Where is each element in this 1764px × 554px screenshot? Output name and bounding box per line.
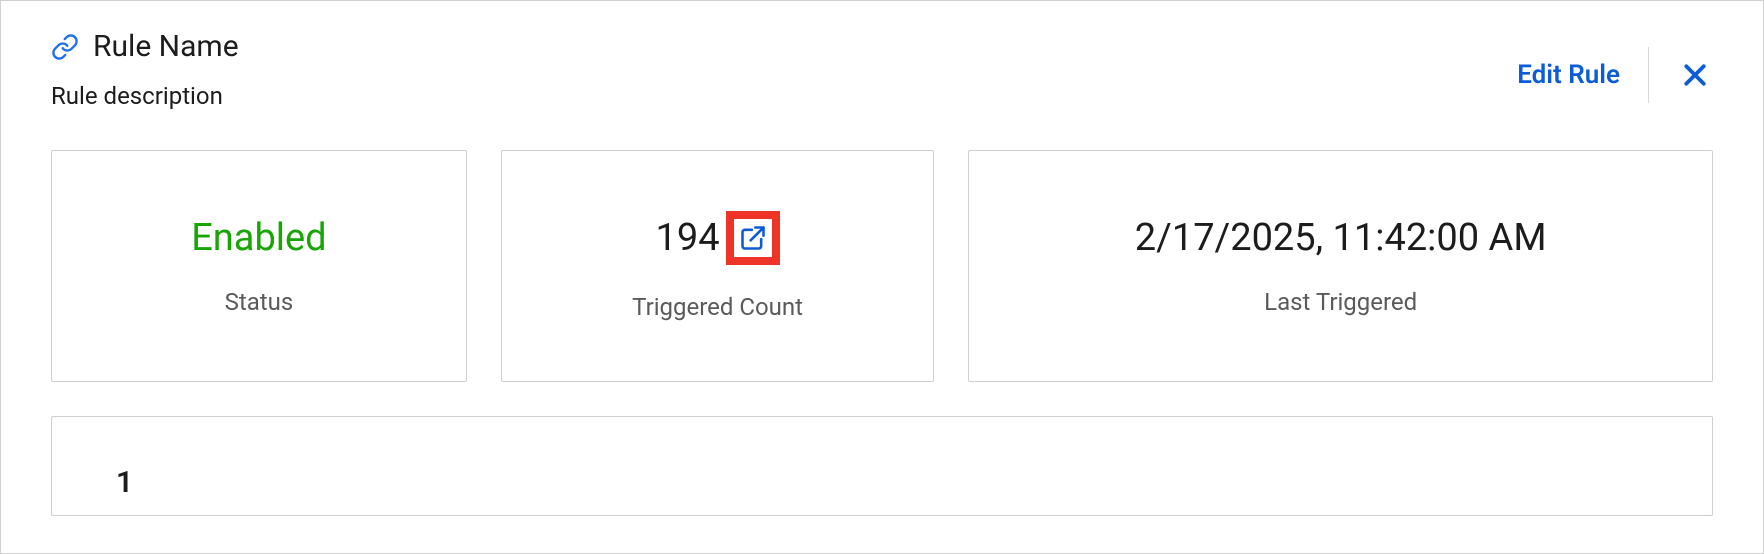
triggered-count-value: 194 [656,216,720,260]
vertical-divider [1648,47,1649,103]
link-icon [51,33,79,61]
header-row: Rule Name Rule description Edit Rule [51,29,1713,110]
close-button[interactable] [1677,57,1713,93]
highlight-annotation [726,211,780,265]
lower-chart-panel: 1 [51,416,1713,516]
last-triggered-card: 2/17/2025, 11:42:00 AM Last Triggered [968,150,1713,382]
title-row: Rule Name [51,29,239,64]
open-external-icon [739,224,767,252]
edit-rule-link[interactable]: Edit Rule [1517,60,1620,90]
status-card: Enabled Status [51,150,467,382]
last-triggered-value: 2/17/2025, 11:42:00 AM [1135,216,1547,260]
triggered-count-card: 194 Triggered Count [501,150,934,382]
header-left: Rule Name Rule description [51,29,239,110]
rule-title: Rule Name [93,29,239,64]
rule-description: Rule description [51,82,239,110]
summary-cards-row: Enabled Status 194 Triggered Count [51,150,1713,382]
open-external-button[interactable] [734,219,772,257]
triggered-count-value-row: 194 [656,211,780,265]
status-value: Enabled [191,216,326,260]
chart-axis-value: 1 [116,465,1712,500]
status-label: Status [225,288,294,316]
close-icon [1680,60,1710,90]
last-triggered-label: Last Triggered [1264,288,1417,316]
triggered-count-label: Triggered Count [632,293,803,321]
rule-detail-panel: Rule Name Rule description Edit Rule Ena… [0,0,1764,554]
header-right: Edit Rule [1517,29,1713,103]
